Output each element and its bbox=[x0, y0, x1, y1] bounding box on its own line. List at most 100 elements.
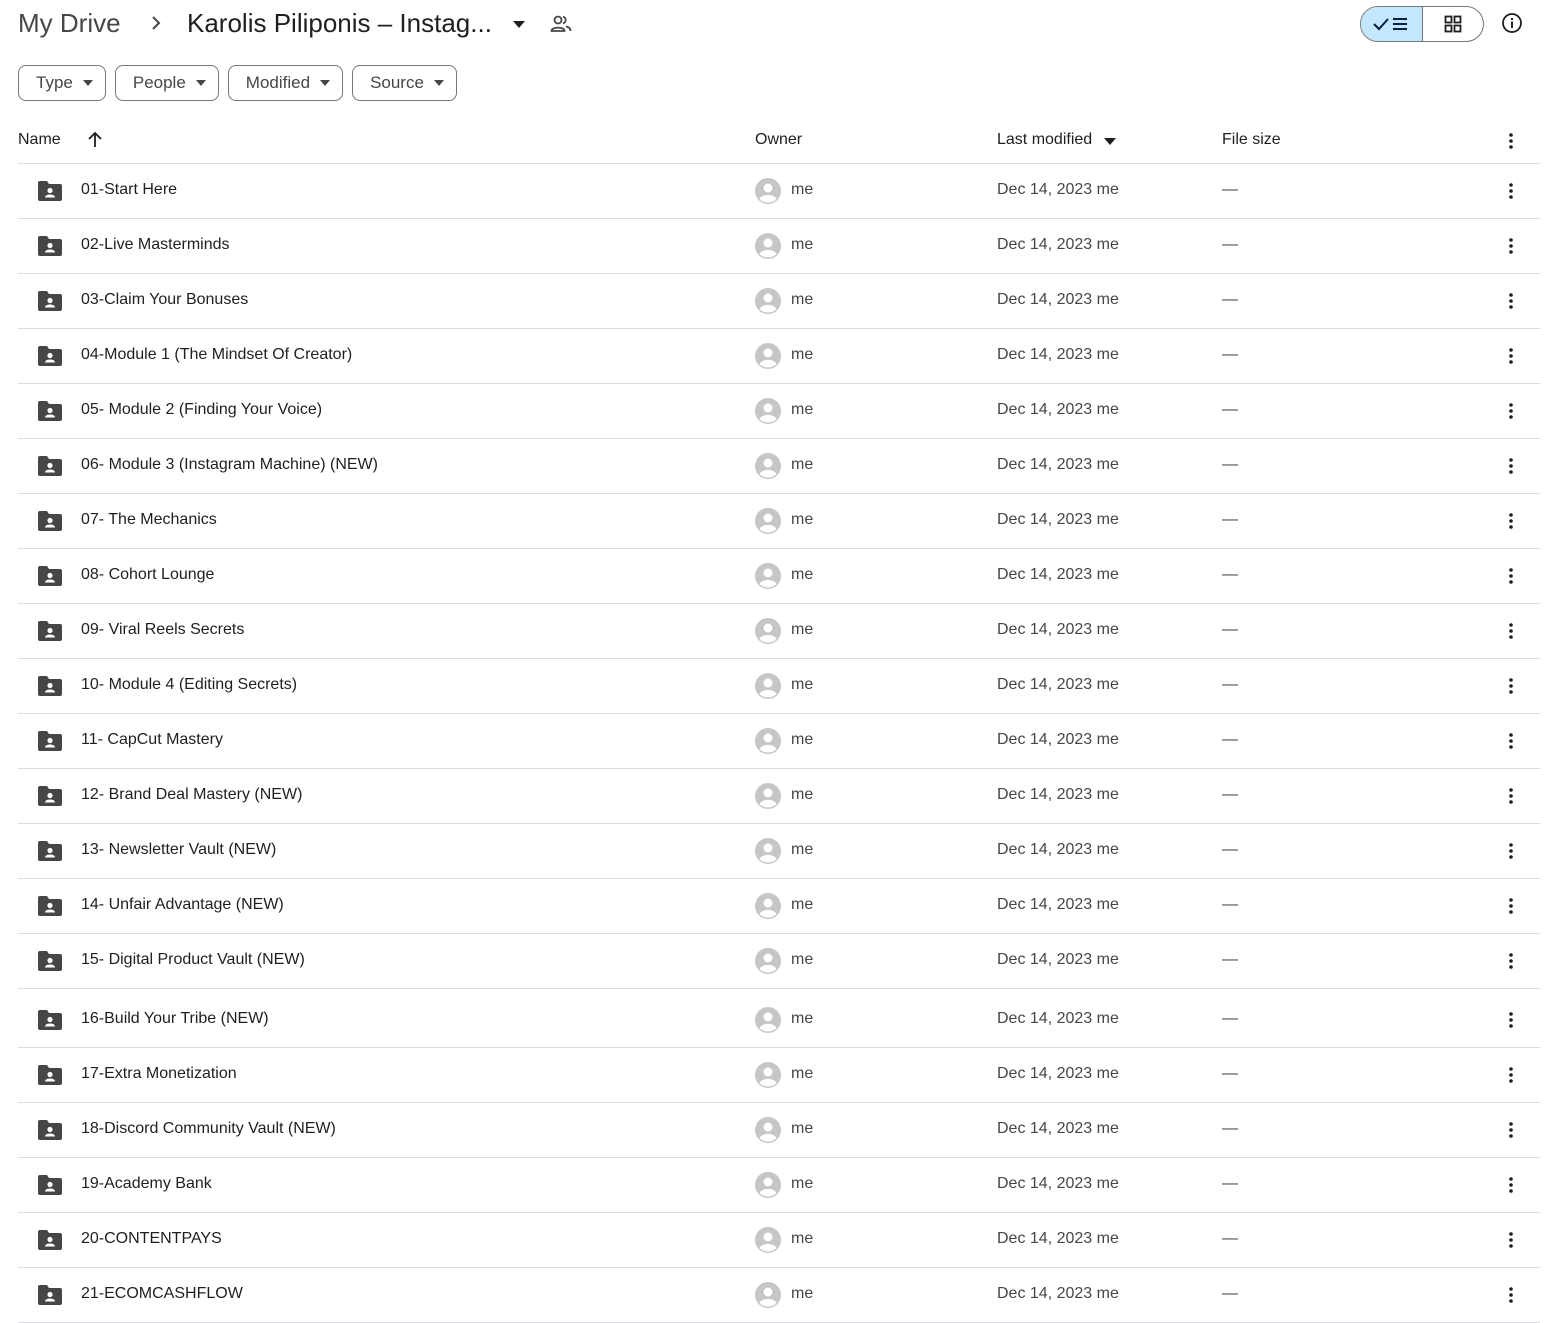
file-name[interactable]: 03-Claim Your Bonuses bbox=[81, 291, 248, 309]
more-vert-icon[interactable] bbox=[1508, 786, 1514, 806]
more-vert-icon[interactable] bbox=[1508, 1120, 1514, 1140]
more-vert-icon[interactable] bbox=[1508, 841, 1514, 861]
shared-folder-icon bbox=[38, 1010, 62, 1030]
breadcrumb-my-drive[interactable]: My Drive bbox=[18, 8, 121, 39]
people-icon[interactable] bbox=[550, 13, 572, 35]
file-name[interactable]: 21-ECOMCASHFLOW bbox=[81, 1285, 243, 1303]
more-vert-icon[interactable] bbox=[1508, 236, 1514, 256]
owner-label: me bbox=[791, 786, 814, 803]
file-name[interactable]: 13- Newsletter Vault (NEW) bbox=[81, 841, 276, 859]
table-row[interactable]: 12- Brand Deal Mastery (NEW) me Dec 14, 20… bbox=[18, 769, 1540, 824]
arrow-upward-icon[interactable] bbox=[86, 130, 104, 150]
more-vert-icon[interactable] bbox=[1508, 621, 1514, 641]
file-name[interactable]: 14- Unfair Advantage (NEW) bbox=[81, 896, 284, 914]
file-name[interactable]: 02-Live Masterminds bbox=[81, 236, 230, 254]
more-vert-icon[interactable] bbox=[1508, 291, 1514, 311]
account-circle-icon bbox=[755, 343, 781, 369]
file-name[interactable]: 05- Module 2 (Finding Your Voice) bbox=[81, 401, 322, 419]
file-name[interactable]: 07- The Mechanics bbox=[81, 511, 217, 529]
last-modified: Dec 14, 2023 me bbox=[997, 621, 1119, 638]
filter-type[interactable]: Type bbox=[18, 65, 106, 101]
last-modified: Dec 14, 2023 me bbox=[997, 1120, 1119, 1137]
file-size: — bbox=[1222, 401, 1238, 418]
info-icon[interactable] bbox=[1500, 11, 1524, 35]
owner-label: me bbox=[791, 731, 814, 748]
more-vert-icon[interactable] bbox=[1508, 511, 1514, 531]
table-row[interactable]: 13- Newsletter Vault (NEW) me Dec 14, 2023… bbox=[18, 824, 1540, 879]
table-row[interactable]: 04-Module 1 (The Mindset Of Creator) me De… bbox=[18, 329, 1540, 384]
table-row[interactable]: 08- Cohort Lounge me Dec 14, 2023 me — bbox=[18, 549, 1540, 604]
file-name[interactable]: 10- Module 4 (Editing Secrets) bbox=[81, 676, 297, 694]
table-row[interactable]: 16-Build Your Tribe (NEW) me Dec 14, 2023 … bbox=[18, 993, 1540, 1048]
file-name[interactable]: 06- Module 3 (Instagram Machine) (NEW) bbox=[81, 456, 378, 474]
owner-label: me bbox=[791, 236, 814, 253]
list-view-button[interactable] bbox=[1361, 7, 1423, 41]
table-row[interactable]: 02-Live Masterminds me Dec 14, 2023 me — bbox=[18, 219, 1540, 274]
table-row[interactable]: 19-Academy Bank me Dec 14, 2023 me — bbox=[18, 1158, 1540, 1213]
more-vert-icon[interactable] bbox=[1508, 456, 1514, 476]
table-row[interactable]: 10- Module 4 (Editing Secrets) me Dec 14, … bbox=[18, 659, 1540, 714]
file-name[interactable]: 01-Start Here bbox=[81, 181, 177, 199]
table-row[interactable]: 09- Viral Reels Secrets me Dec 14, 2023 me… bbox=[18, 604, 1540, 659]
arrow-drop-down-icon[interactable] bbox=[511, 14, 527, 34]
table-row[interactable]: 11- CapCut Mastery me Dec 14, 2023 me — bbox=[18, 714, 1540, 769]
more-vert-icon[interactable] bbox=[1508, 1285, 1514, 1305]
filter-modified[interactable]: Modified bbox=[227, 65, 344, 101]
shared-folder-icon bbox=[38, 511, 62, 531]
file-size: — bbox=[1222, 676, 1238, 693]
last-modified: Dec 14, 2023 me bbox=[997, 841, 1119, 858]
table-row[interactable]: 18-Discord Community Vault (NEW) me Dec 14… bbox=[18, 1103, 1540, 1158]
file-name[interactable]: 20-CONTENTPAYS bbox=[81, 1230, 222, 1248]
table-row[interactable]: 03-Claim Your Bonuses me Dec 14, 2023 me — bbox=[18, 274, 1540, 329]
table-row[interactable]: 20-CONTENTPAYS me Dec 14, 2023 me — bbox=[18, 1213, 1540, 1268]
table-row[interactable]: 01-Start Here me Dec 14, 2023 me — bbox=[18, 164, 1540, 219]
table-row[interactable]: 21-ECOMCASHFLOW me Dec 14, 2023 me — bbox=[18, 1268, 1540, 1323]
table-row[interactable]: 17-Extra Monetization me Dec 14, 2023 me — bbox=[18, 1048, 1540, 1103]
file-name[interactable]: 11- CapCut Mastery bbox=[81, 731, 223, 749]
more-vert-icon[interactable] bbox=[1508, 1010, 1514, 1030]
more-vert-icon[interactable] bbox=[1508, 1065, 1514, 1085]
table-row[interactable]: 05- Module 2 (Finding Your Voice) me Dec 1… bbox=[18, 384, 1540, 439]
file-name[interactable]: 09- Viral Reels Secrets bbox=[81, 621, 244, 639]
file-size: — bbox=[1222, 456, 1238, 473]
file-name[interactable]: 08- Cohort Lounge bbox=[81, 566, 214, 584]
last-modified: Dec 14, 2023 me bbox=[997, 456, 1119, 473]
table-row[interactable]: 14- Unfair Advantage (NEW) me Dec 14, 2023… bbox=[18, 879, 1540, 934]
more-vert-icon[interactable] bbox=[1508, 181, 1514, 201]
more-vert-icon[interactable] bbox=[1508, 1230, 1514, 1250]
file-name[interactable]: 12- Brand Deal Mastery (NEW) bbox=[81, 786, 302, 804]
last-modified: Dec 14, 2023 me bbox=[997, 291, 1119, 308]
owner-label: me bbox=[791, 291, 814, 308]
grid-view-button[interactable] bbox=[1423, 7, 1484, 41]
file-name[interactable]: 18-Discord Community Vault (NEW) bbox=[81, 1120, 336, 1138]
column-header-file-size[interactable]: File size bbox=[1222, 131, 1281, 149]
table-row[interactable]: 06- Module 3 (Instagram Machine) (NEW) me… bbox=[18, 439, 1540, 494]
arrow-drop-down-icon[interactable] bbox=[1104, 138, 1116, 146]
file-name[interactable]: 17-Extra Monetization bbox=[81, 1065, 237, 1083]
table-row[interactable]: 15- Digital Product Vault (NEW) me Dec 14,… bbox=[18, 934, 1540, 989]
more-vert-icon[interactable] bbox=[1508, 676, 1514, 696]
column-header-name[interactable]: Name bbox=[18, 131, 61, 149]
table-row[interactable]: 07- The Mechanics me Dec 14, 2023 me — bbox=[18, 494, 1540, 549]
account-circle-icon bbox=[755, 838, 781, 864]
filter-people[interactable]: People bbox=[114, 65, 219, 101]
file-name[interactable]: 19-Academy Bank bbox=[81, 1175, 212, 1193]
more-vert-icon[interactable] bbox=[1508, 566, 1514, 586]
column-header-owner[interactable]: Owner bbox=[755, 131, 802, 149]
more-vert-icon[interactable] bbox=[1508, 401, 1514, 421]
more-vert-icon[interactable] bbox=[1508, 1175, 1514, 1195]
filter-source[interactable]: Source bbox=[352, 65, 457, 101]
file-name[interactable]: 15- Digital Product Vault (NEW) bbox=[81, 951, 305, 969]
more-vert-icon[interactable] bbox=[1508, 951, 1514, 971]
more-vert-icon[interactable] bbox=[1508, 896, 1514, 916]
column-header-last-modified[interactable]: Last modified bbox=[997, 131, 1092, 149]
breadcrumb-current-folder[interactable]: Karolis Piliponis – Instag... bbox=[187, 8, 492, 39]
more-vert-icon[interactable] bbox=[1508, 346, 1514, 366]
owner-label: me bbox=[791, 401, 814, 418]
table-header: Name Owner Last modified File size bbox=[18, 118, 1540, 164]
more-vert-icon[interactable] bbox=[1508, 132, 1514, 150]
filter-label: Source bbox=[370, 73, 424, 92]
file-name[interactable]: 16-Build Your Tribe (NEW) bbox=[81, 1010, 269, 1028]
more-vert-icon[interactable] bbox=[1508, 731, 1514, 751]
file-name[interactable]: 04-Module 1 (The Mindset Of Creator) bbox=[81, 346, 352, 364]
